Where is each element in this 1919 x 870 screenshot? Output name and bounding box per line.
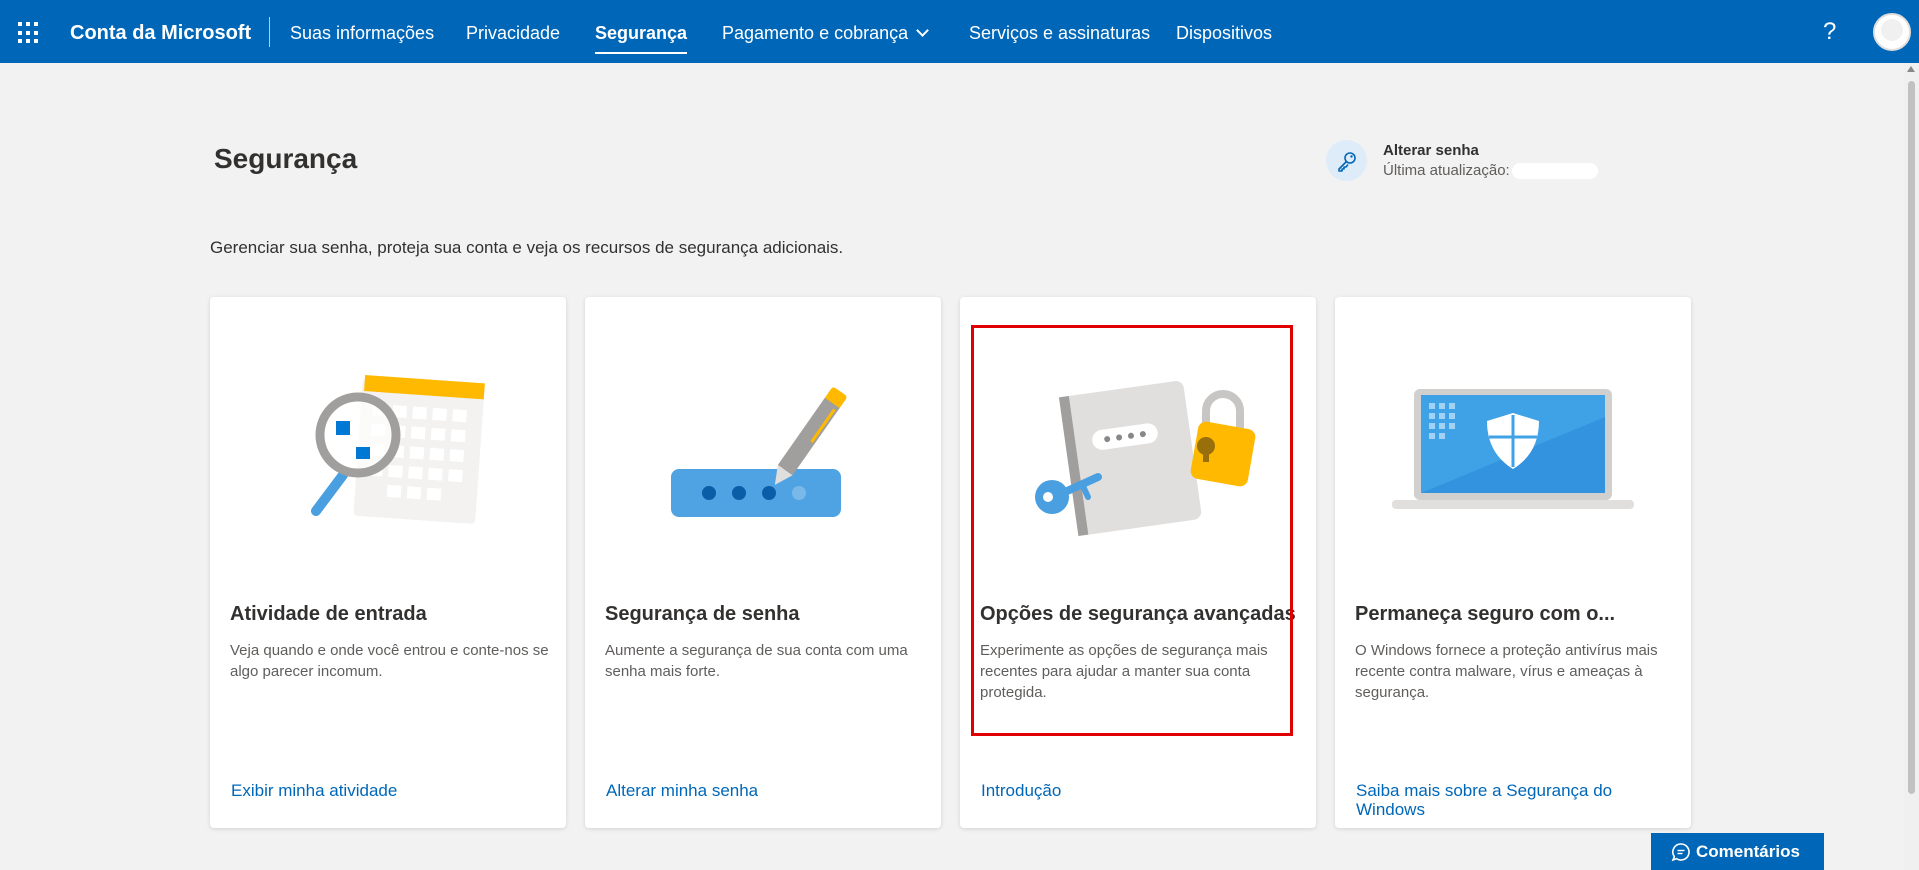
magnifier-calendar-icon	[311, 375, 485, 524]
card-title: Segurança de senha	[605, 603, 800, 625]
brand-link[interactable]: Conta da Microsoft	[70, 22, 251, 45]
card-title: Permaneça seguro com o...	[1355, 603, 1616, 625]
last-updated-label: Última atualização:	[1383, 162, 1510, 179]
avatar[interactable]	[1873, 13, 1911, 51]
change-password-title: Alterar senha	[1383, 142, 1479, 159]
page-title: Segurança	[214, 143, 358, 174]
card-description: Veja quando e onde você entrou e conte-n…	[230, 642, 549, 680]
page-scrollbar[interactable]	[1904, 63, 1919, 870]
app-launcher-icon[interactable]	[18, 22, 40, 44]
card-description: O Windows fornece a proteção antivírus m…	[1355, 642, 1658, 701]
chat-icon	[1671, 843, 1690, 862]
card-title: Opções de segurança avançadas	[980, 603, 1296, 625]
brand-divider	[269, 17, 270, 47]
notebook-lock-key-icon	[1035, 381, 1256, 537]
card-sign-in-activity: Atividade de entrada Veja quando e onde …	[210, 297, 566, 828]
nav-pagamento-label: Pagamento e cobrança	[722, 23, 909, 43]
change-password-link[interactable]: Alterar minha senha	[606, 781, 916, 800]
nav-seguranca[interactable]: Segurança	[595, 23, 688, 54]
redacted-date	[1511, 163, 1598, 180]
get-started-link[interactable]: Introdução	[981, 781, 1291, 800]
windows-security-link[interactable]: Saiba mais sobre a Segurança do Windows	[1356, 781, 1666, 819]
nav-suas-informacoes[interactable]: Suas informações	[290, 23, 434, 44]
page-description: Gerenciar sua senha, proteja sua conta e…	[210, 238, 844, 257]
scroll-thumb[interactable]	[1908, 81, 1915, 794]
key-icon	[1326, 140, 1367, 181]
laptop-shield-icon	[1392, 389, 1634, 509]
card-title: Atividade de entrada	[230, 603, 427, 625]
card-description: Aumente a segurança de sua conta com uma…	[605, 642, 908, 680]
feedback-label: Comentários	[1696, 842, 1800, 861]
card-description: Experimente as opções de segurança mais …	[980, 642, 1268, 701]
nav-pagamento-cobranca[interactable]: Pagamento e cobrança	[722, 23, 930, 44]
feedback-button[interactable]: Comentários	[1651, 833, 1824, 870]
password-pen-icon	[671, 387, 847, 517]
scroll-up-arrow-icon[interactable]	[1907, 66, 1915, 72]
last-updated-text: Última atualização:	[1383, 162, 1598, 180]
nav-dispositivos[interactable]: Dispositivos	[1176, 23, 1272, 44]
top-navigation-bar: Conta da Microsoft Suas informações Priv…	[0, 0, 1919, 63]
card-advanced-security: Opções de segurança avançadas Experiment…	[960, 297, 1316, 828]
view-activity-link[interactable]: Exibir minha atividade	[231, 781, 541, 800]
help-icon[interactable]: ?	[1823, 18, 1836, 46]
nav-servicos-assinaturas[interactable]: Serviços e assinaturas	[969, 23, 1150, 44]
chevron-down-icon	[916, 24, 930, 37]
nav-privacidade[interactable]: Privacidade	[466, 23, 560, 44]
card-windows-security: Permaneça seguro com o... O Windows forn…	[1335, 297, 1691, 828]
card-password-security: Segurança de senha Aumente a segurança d…	[585, 297, 941, 828]
